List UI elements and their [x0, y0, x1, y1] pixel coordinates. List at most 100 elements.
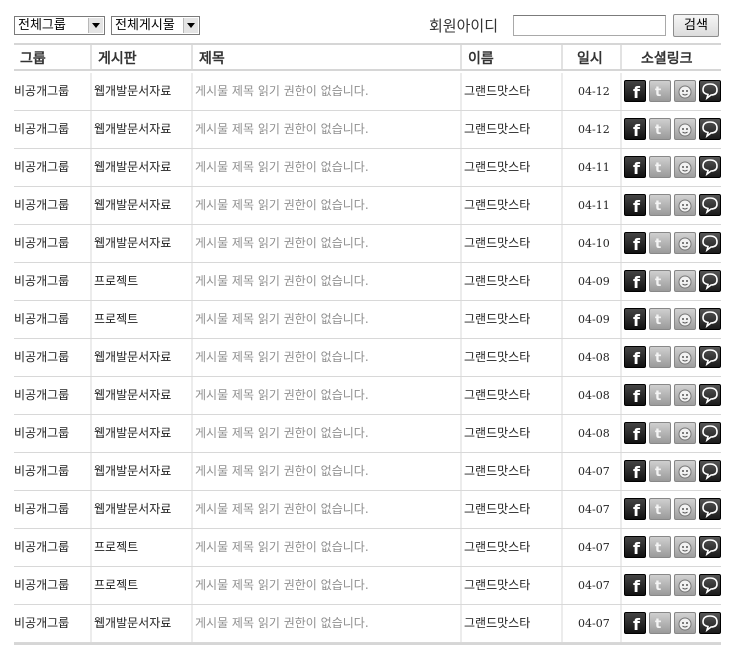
me2day-icon[interactable] — [674, 118, 696, 140]
twitter-icon[interactable]: t — [649, 384, 671, 406]
row-title-link[interactable]: 게시물 제목 읽기 권한이 없습니다. — [191, 187, 460, 224]
row-author-name[interactable]: 그랜드맛스타 — [460, 453, 560, 490]
twitter-icon[interactable]: t — [649, 460, 671, 482]
row-title-link[interactable]: 게시물 제목 읽기 권한이 없습니다. — [191, 605, 460, 642]
row-author-name[interactable]: 그랜드맛스타 — [460, 377, 560, 414]
facebook-icon[interactable]: f — [624, 498, 646, 520]
row-author-name[interactable]: 그랜드맛스타 — [460, 149, 560, 186]
me2day-icon[interactable] — [674, 194, 696, 216]
board-select[interactable]: 전체게시물 — [111, 16, 200, 35]
row-title-link[interactable]: 게시물 제목 읽기 권한이 없습니다. — [191, 111, 460, 148]
facebook-icon[interactable]: f — [624, 270, 646, 292]
row-board[interactable]: 웹개발문서자료 — [90, 415, 190, 452]
twitter-icon[interactable]: t — [649, 346, 671, 368]
twitter-icon[interactable]: t — [649, 80, 671, 102]
me2day-icon[interactable] — [674, 422, 696, 444]
twitter-icon[interactable]: t — [649, 536, 671, 558]
facebook-icon[interactable]: f — [624, 574, 646, 596]
row-author-name[interactable]: 그랜드맛스타 — [460, 301, 560, 338]
facebook-icon[interactable]: f — [624, 536, 646, 558]
me2day-icon[interactable] — [674, 536, 696, 558]
me2day-icon[interactable] — [674, 612, 696, 634]
row-title-link[interactable]: 게시물 제목 읽기 권한이 없습니다. — [191, 567, 460, 604]
yozm-icon[interactable] — [699, 384, 721, 406]
row-board[interactable]: 웹개발문서자료 — [90, 225, 190, 262]
twitter-icon[interactable]: t — [649, 194, 671, 216]
row-board[interactable]: 웹개발문서자료 — [90, 149, 190, 186]
me2day-icon[interactable] — [674, 498, 696, 520]
row-board[interactable]: 웹개발문서자료 — [90, 453, 190, 490]
me2day-icon[interactable] — [674, 574, 696, 596]
yozm-icon[interactable] — [699, 574, 721, 596]
twitter-icon[interactable]: t — [649, 118, 671, 140]
group-select[interactable]: 전체그룹 — [14, 16, 105, 35]
me2day-icon[interactable] — [674, 232, 696, 254]
facebook-icon[interactable]: f — [624, 156, 646, 178]
facebook-icon[interactable]: f — [624, 118, 646, 140]
search-button[interactable]: 검색 — [673, 14, 719, 37]
row-author-name[interactable]: 그랜드맛스타 — [460, 73, 560, 110]
facebook-icon[interactable]: f — [624, 308, 646, 330]
me2day-icon[interactable] — [674, 270, 696, 292]
twitter-icon[interactable]: t — [649, 270, 671, 292]
row-author-name[interactable]: 그랜드맛스타 — [460, 567, 560, 604]
yozm-icon[interactable] — [699, 194, 721, 216]
facebook-icon[interactable]: f — [624, 612, 646, 634]
row-author-name[interactable]: 그랜드맛스타 — [460, 605, 560, 642]
yozm-icon[interactable] — [699, 156, 721, 178]
row-title-link[interactable]: 게시물 제목 읽기 권한이 없습니다. — [191, 149, 460, 186]
row-author-name[interactable]: 그랜드맛스타 — [460, 491, 560, 528]
row-board[interactable]: 웹개발문서자료 — [90, 111, 190, 148]
row-author-name[interactable]: 그랜드맛스타 — [460, 339, 560, 376]
twitter-icon[interactable]: t — [649, 156, 671, 178]
me2day-icon[interactable] — [674, 460, 696, 482]
twitter-icon[interactable]: t — [649, 498, 671, 520]
yozm-icon[interactable] — [699, 80, 721, 102]
row-title-link[interactable]: 게시물 제목 읽기 권한이 없습니다. — [191, 225, 460, 262]
facebook-icon[interactable]: f — [624, 422, 646, 444]
twitter-icon[interactable]: t — [649, 232, 671, 254]
row-board[interactable]: 프로젝트 — [90, 567, 190, 604]
row-title-link[interactable]: 게시물 제목 읽기 권한이 없습니다. — [191, 491, 460, 528]
row-author-name[interactable]: 그랜드맛스타 — [460, 225, 560, 262]
me2day-icon[interactable] — [674, 156, 696, 178]
row-author-name[interactable]: 그랜드맛스타 — [460, 263, 560, 300]
facebook-icon[interactable]: f — [624, 194, 646, 216]
yozm-icon[interactable] — [699, 460, 721, 482]
yozm-icon[interactable] — [699, 422, 721, 444]
row-author-name[interactable]: 그랜드맛스타 — [460, 529, 560, 566]
row-title-link[interactable]: 게시물 제목 읽기 권한이 없습니다. — [191, 263, 460, 300]
row-board[interactable]: 웹개발문서자료 — [90, 605, 190, 642]
twitter-icon[interactable]: t — [649, 422, 671, 444]
row-title-link[interactable]: 게시물 제목 읽기 권한이 없습니다. — [191, 415, 460, 452]
row-board[interactable]: 웹개발문서자료 — [90, 377, 190, 414]
twitter-icon[interactable]: t — [649, 574, 671, 596]
row-title-link[interactable]: 게시물 제목 읽기 권한이 없습니다. — [191, 339, 460, 376]
yozm-icon[interactable] — [699, 536, 721, 558]
yozm-icon[interactable] — [699, 498, 721, 520]
twitter-icon[interactable]: t — [649, 612, 671, 634]
row-title-link[interactable]: 게시물 제목 읽기 권한이 없습니다. — [191, 377, 460, 414]
row-author-name[interactable]: 그랜드맛스타 — [460, 111, 560, 148]
row-board[interactable]: 프로젝트 — [90, 529, 190, 566]
yozm-icon[interactable] — [699, 232, 721, 254]
row-title-link[interactable]: 게시물 제목 읽기 권한이 없습니다. — [191, 301, 460, 338]
row-title-link[interactable]: 게시물 제목 읽기 권한이 없습니다. — [191, 529, 460, 566]
facebook-icon[interactable]: f — [624, 460, 646, 482]
row-board[interactable]: 프로젝트 — [90, 301, 190, 338]
facebook-icon[interactable]: f — [624, 346, 646, 368]
row-title-link[interactable]: 게시물 제목 읽기 권한이 없습니다. — [191, 453, 460, 490]
facebook-icon[interactable]: f — [624, 232, 646, 254]
member-id-input[interactable] — [513, 15, 666, 36]
row-title-link[interactable]: 게시물 제목 읽기 권한이 없습니다. — [191, 73, 460, 110]
yozm-icon[interactable] — [699, 346, 721, 368]
yozm-icon[interactable] — [699, 612, 721, 634]
twitter-icon[interactable]: t — [649, 308, 671, 330]
yozm-icon[interactable] — [699, 308, 721, 330]
row-board[interactable]: 웹개발문서자료 — [90, 187, 190, 224]
row-board[interactable]: 웹개발문서자료 — [90, 491, 190, 528]
row-board[interactable]: 프로젝트 — [90, 263, 190, 300]
facebook-icon[interactable]: f — [624, 384, 646, 406]
me2day-icon[interactable] — [674, 308, 696, 330]
yozm-icon[interactable] — [699, 118, 721, 140]
